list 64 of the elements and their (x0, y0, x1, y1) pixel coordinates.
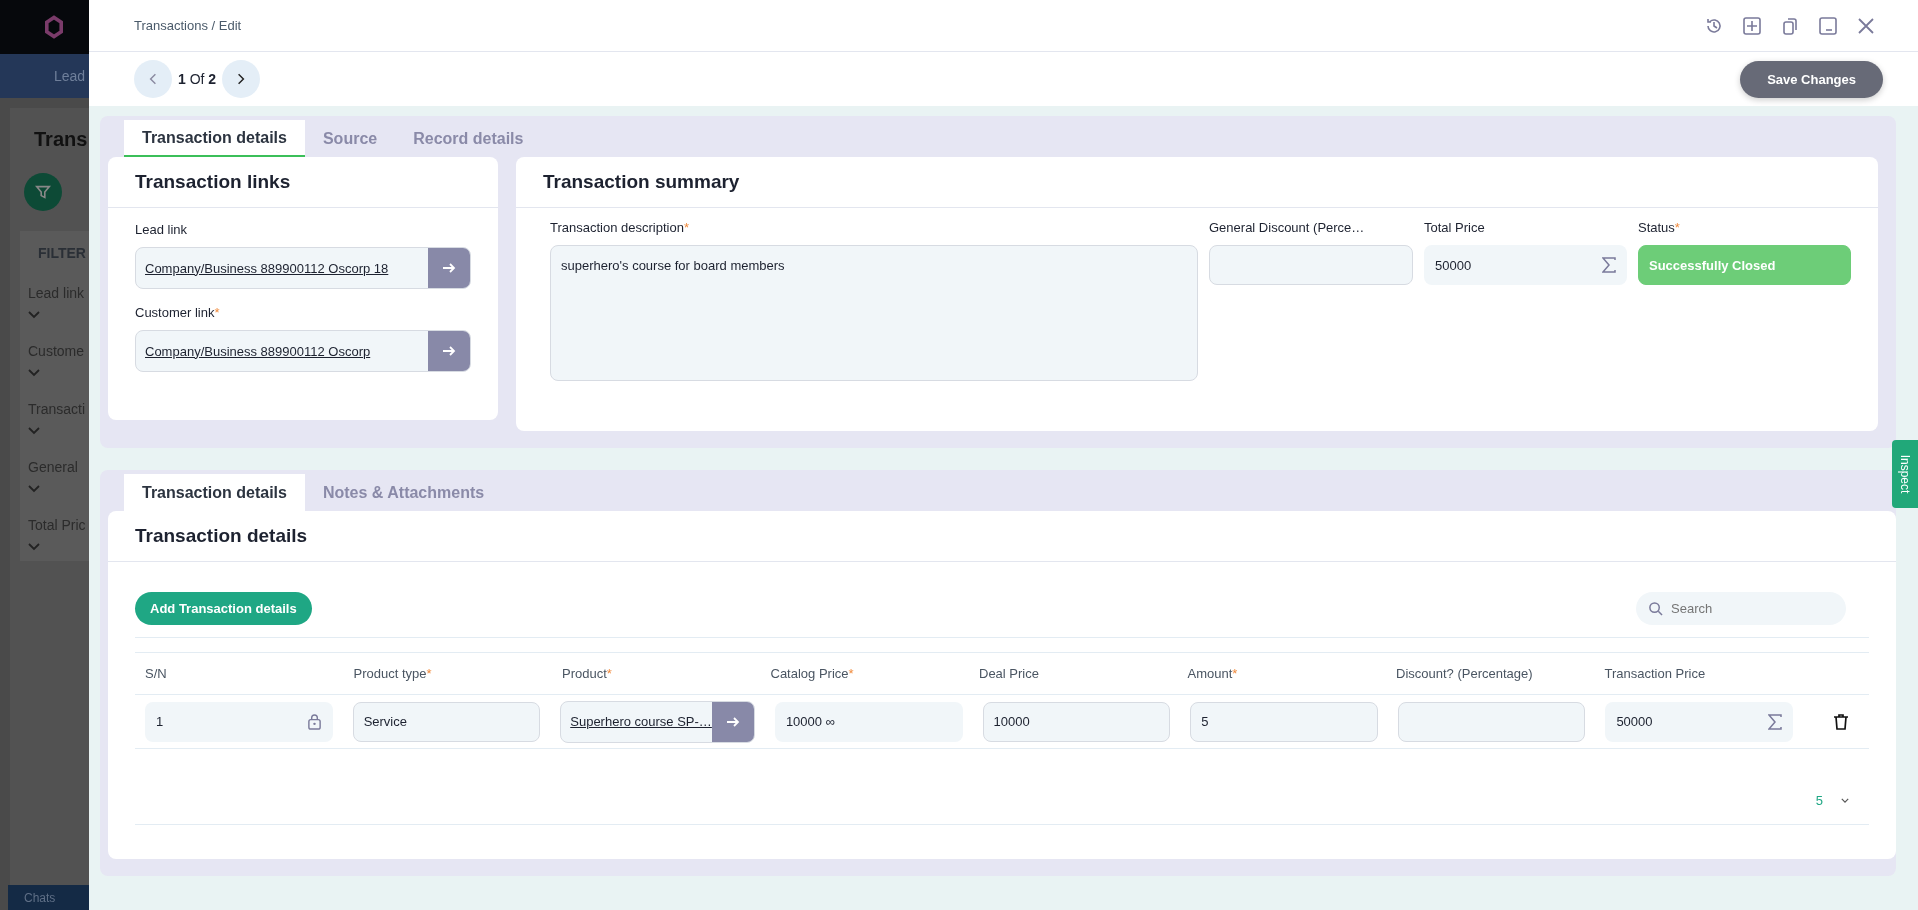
card-title: Transaction summary (516, 157, 1878, 208)
field-label: Transaction description* (550, 220, 690, 235)
tab[interactable]: Transaction details (124, 120, 305, 157)
field-label: General Discount (Perce… (1209, 220, 1366, 235)
close-icon[interactable] (1856, 15, 1876, 36)
minimize-icon[interactable] (1818, 15, 1838, 36)
chevron-down-icon[interactable] (1841, 798, 1849, 803)
logo-icon (42, 15, 66, 39)
search-field[interactable]: Search (1636, 592, 1846, 625)
column-header: Product type* (353, 666, 433, 681)
chevron-right-icon (237, 73, 246, 85)
link-field[interactable]: Company/Business 889900112 Oscorp (135, 330, 471, 372)
plus-square-icon[interactable] (1742, 15, 1762, 36)
card-title: Transaction links (108, 157, 498, 208)
transaction-price-field: 50000 (1605, 701, 1793, 742)
column-header: Deal Price (979, 666, 1040, 681)
search-icon (1648, 601, 1663, 616)
go-button[interactable] (428, 331, 470, 371)
funnel-icon (34, 183, 52, 201)
tab[interactable]: Transaction details (124, 474, 305, 511)
trash-icon[interactable] (1833, 712, 1849, 731)
save-changes-button[interactable]: Save Changes (1740, 60, 1883, 98)
field-label: Total Price (1424, 220, 1486, 235)
link-field[interactable]: Company/Business 889900112 Oscorp 18 (135, 247, 471, 289)
catalog-price-field: 10000 ∞ (774, 701, 963, 742)
tab[interactable]: Notes & Attachments (304, 474, 503, 511)
breadcrumb: Transactions / Edit (134, 18, 242, 33)
product-link-field[interactable]: Superhero course SP-… (560, 700, 755, 743)
serial-field: 1 (145, 701, 333, 742)
add-button[interactable]: Add Transaction details (135, 592, 312, 625)
table-input[interactable] (1397, 701, 1586, 742)
column-header: Catalog Price* (770, 666, 855, 681)
column-header: S/N (145, 666, 168, 681)
copy-icon[interactable] (1780, 15, 1800, 36)
page-size-select[interactable]: 5 (1815, 793, 1823, 808)
page-title: Trans (34, 128, 89, 151)
column-header: Product* (562, 666, 613, 681)
card-title: Transaction details (108, 511, 1896, 562)
go-button[interactable] (711, 701, 754, 742)
field-label: Status* (1638, 220, 1681, 235)
go-button[interactable] (428, 248, 470, 288)
chevron-left-icon (149, 73, 157, 85)
search-input[interactable]: Search (1669, 600, 1823, 617)
nav-item[interactable]: Lead (54, 68, 86, 84)
tab[interactable]: Source (304, 120, 396, 157)
page-counter: 1 Of 2 (178, 71, 217, 87)
lock-icon (306, 713, 322, 730)
chats-tab[interactable]: Chats (8, 885, 89, 910)
table-input[interactable]: 10000 (982, 701, 1171, 742)
inspect-tab[interactable]: Inspect (1892, 440, 1918, 508)
column-header: Amount* (1187, 666, 1239, 681)
filter-button[interactable] (24, 173, 62, 211)
sigma-icon (1602, 257, 1616, 273)
column-header: Discount? (Percentage) (1396, 666, 1534, 681)
description-field[interactable]: superhero's course for board members (550, 245, 1198, 381)
column-header: Transaction Price (1604, 666, 1707, 681)
tab[interactable]: Record details (395, 120, 542, 157)
discount-field[interactable] (1209, 245, 1413, 285)
total-price-field: 50000 (1424, 245, 1627, 285)
sigma-icon (1768, 713, 1782, 730)
table-input[interactable]: Service (352, 701, 541, 742)
table-input[interactable]: 5 (1190, 701, 1378, 742)
field-label: Customer link* (135, 305, 221, 320)
field-label: Lead link (135, 222, 189, 237)
